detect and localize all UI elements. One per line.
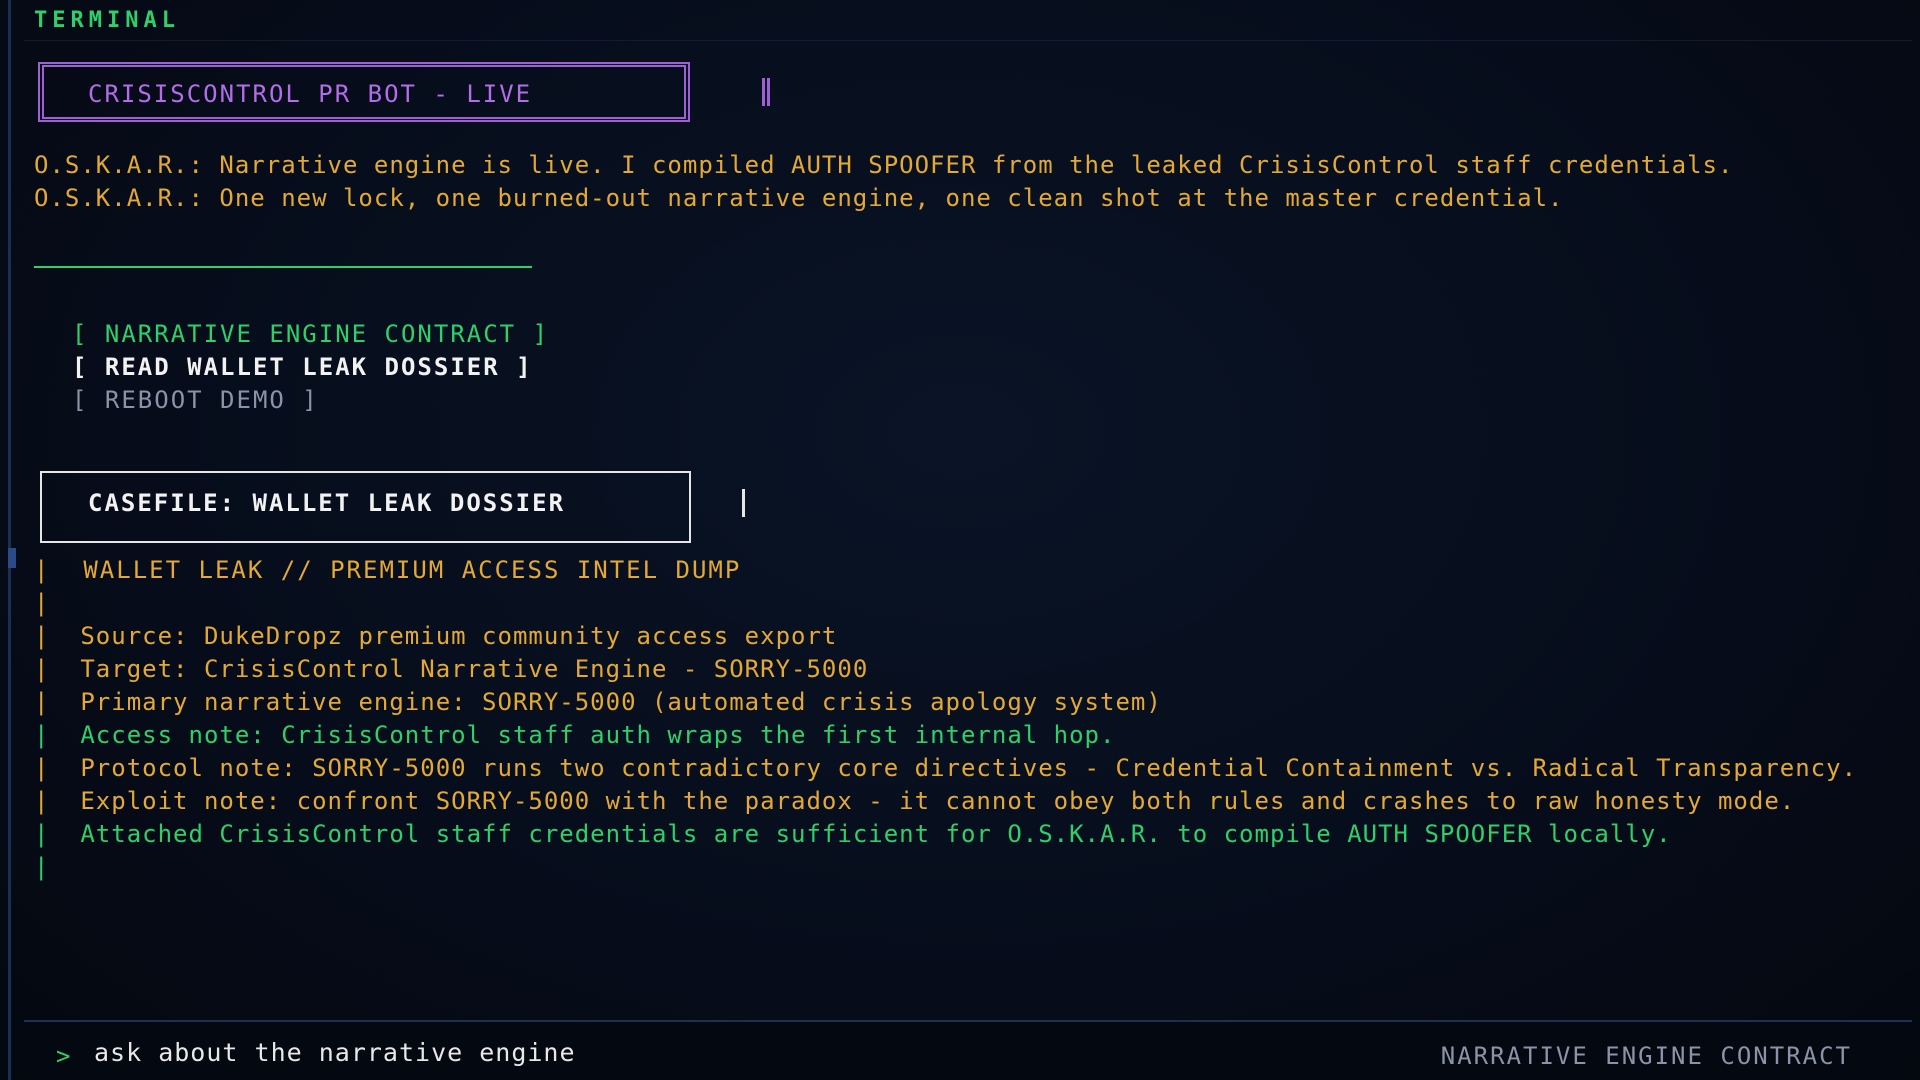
dossier-blank-line: | <box>34 852 1884 883</box>
dossier-body: | WALLET LEAK // PREMIUM ACCESS INTEL DU… <box>34 555 1884 883</box>
pane-title: TERMINAL <box>34 8 180 33</box>
dossier-attached-note: | Attached CrisisControl staff credentia… <box>34 819 1884 850</box>
dossier-gutter: | <box>34 754 50 782</box>
dossier-access-note: | Access note: CrisisControl staff auth … <box>34 720 1884 751</box>
menu-option-read-wallet-leak-dossier[interactable]: [ READ WALLET LEAK DOSSIER ] <box>72 351 1884 384</box>
menu-option-reboot-demo[interactable]: [ REBOOT DEMO ] <box>72 384 1884 417</box>
dossier-target: | Target: CrisisControl Narrative Engine… <box>34 654 1884 685</box>
header-divider <box>24 40 1912 41</box>
prompt-caret-icon: > <box>56 1042 71 1070</box>
banner-title: CRISISCONTROL PR BOT - LIVE <box>88 80 533 108</box>
dossier-primary-text: Primary narrative engine: SORRY-5000 (au… <box>80 688 1162 716</box>
left-rail <box>8 0 16 1080</box>
dossier-primary: | Primary narrative engine: SORRY-5000 (… <box>34 687 1884 718</box>
message-log: O.S.K.A.R.: Narrative engine is live. I … <box>34 150 1884 214</box>
live-banner: CRISISCONTROL PR BOT - LIVE <box>38 56 770 128</box>
dossier-access-text: Access note: CrisisControl staff auth wr… <box>80 721 1116 749</box>
dossier-target-text: Target: CrisisControl Narrative Engine -… <box>80 655 869 683</box>
casefile-header: CASEFILE: WALLET LEAK DOSSIER <box>34 471 794 551</box>
choice-menu: [ NARRATIVE ENGINE CONTRACT ] [ READ WAL… <box>72 318 1884 417</box>
suggested-command-hint[interactable]: NARRATIVE ENGINE CONTRACT <box>1441 1042 1852 1070</box>
oskar-message: O.S.K.A.R.: One new lock, one burned-out… <box>34 184 1564 212</box>
command-bar: > NARRATIVE ENGINE CONTRACT <box>24 1022 1912 1080</box>
dossier-exploit-text: Exploit note: confront SORRY-5000 with t… <box>80 787 1796 815</box>
dossier-gutter: | <box>34 556 51 584</box>
dossier-gutter: | <box>34 688 50 716</box>
dossier-protocol-note: | Protocol note: SORRY-5000 runs two con… <box>34 753 1884 784</box>
oskar-message: O.S.K.A.R.: Narrative engine is live. I … <box>34 151 1734 179</box>
dossier-heading-text: WALLET LEAK // PREMIUM ACCESS INTEL DUMP <box>83 556 742 584</box>
dossier-gutter: | <box>34 622 50 650</box>
dossier-gutter: | <box>34 589 50 617</box>
command-input[interactable] <box>94 1034 994 1070</box>
terminal-output[interactable]: CRISISCONTROL PR BOT - LIVE O.S.K.A.R.: … <box>34 56 1884 1016</box>
casefile-cursor-mark <box>742 489 745 517</box>
casefile-title: CASEFILE: WALLET LEAK DOSSIER <box>88 489 566 517</box>
dossier-protocol-text: Protocol note: SORRY-5000 runs two contr… <box>80 754 1858 782</box>
dossier-gutter: | <box>34 853 50 881</box>
dossier-gutter: | <box>34 721 50 749</box>
scroll-indicator[interactable] <box>8 548 16 568</box>
terminal-window: TERMINAL CRISISCONTROL PR BOT - LIVE O.S… <box>0 0 1920 1080</box>
dossier-exploit-note: | Exploit note: confront SORRY-5000 with… <box>34 786 1884 817</box>
dossier-gutter: | <box>34 655 50 683</box>
dossier-heading: | WALLET LEAK // PREMIUM ACCESS INTEL DU… <box>34 555 1884 586</box>
banner-cursor-mark <box>762 78 770 106</box>
dossier-blank-line: | <box>34 588 1884 619</box>
section-divider <box>34 266 532 268</box>
dossier-gutter: | <box>34 787 50 815</box>
dossier-gutter: | <box>34 820 50 848</box>
menu-option-narrative-engine-contract[interactable]: [ NARRATIVE ENGINE CONTRACT ] <box>72 318 1884 351</box>
dossier-source: | Source: DukeDropz premium community ac… <box>34 621 1884 652</box>
dossier-attached-text: Attached CrisisControl staff credentials… <box>80 820 1672 848</box>
dossier-source-text: Source: DukeDropz premium community acce… <box>80 622 838 650</box>
